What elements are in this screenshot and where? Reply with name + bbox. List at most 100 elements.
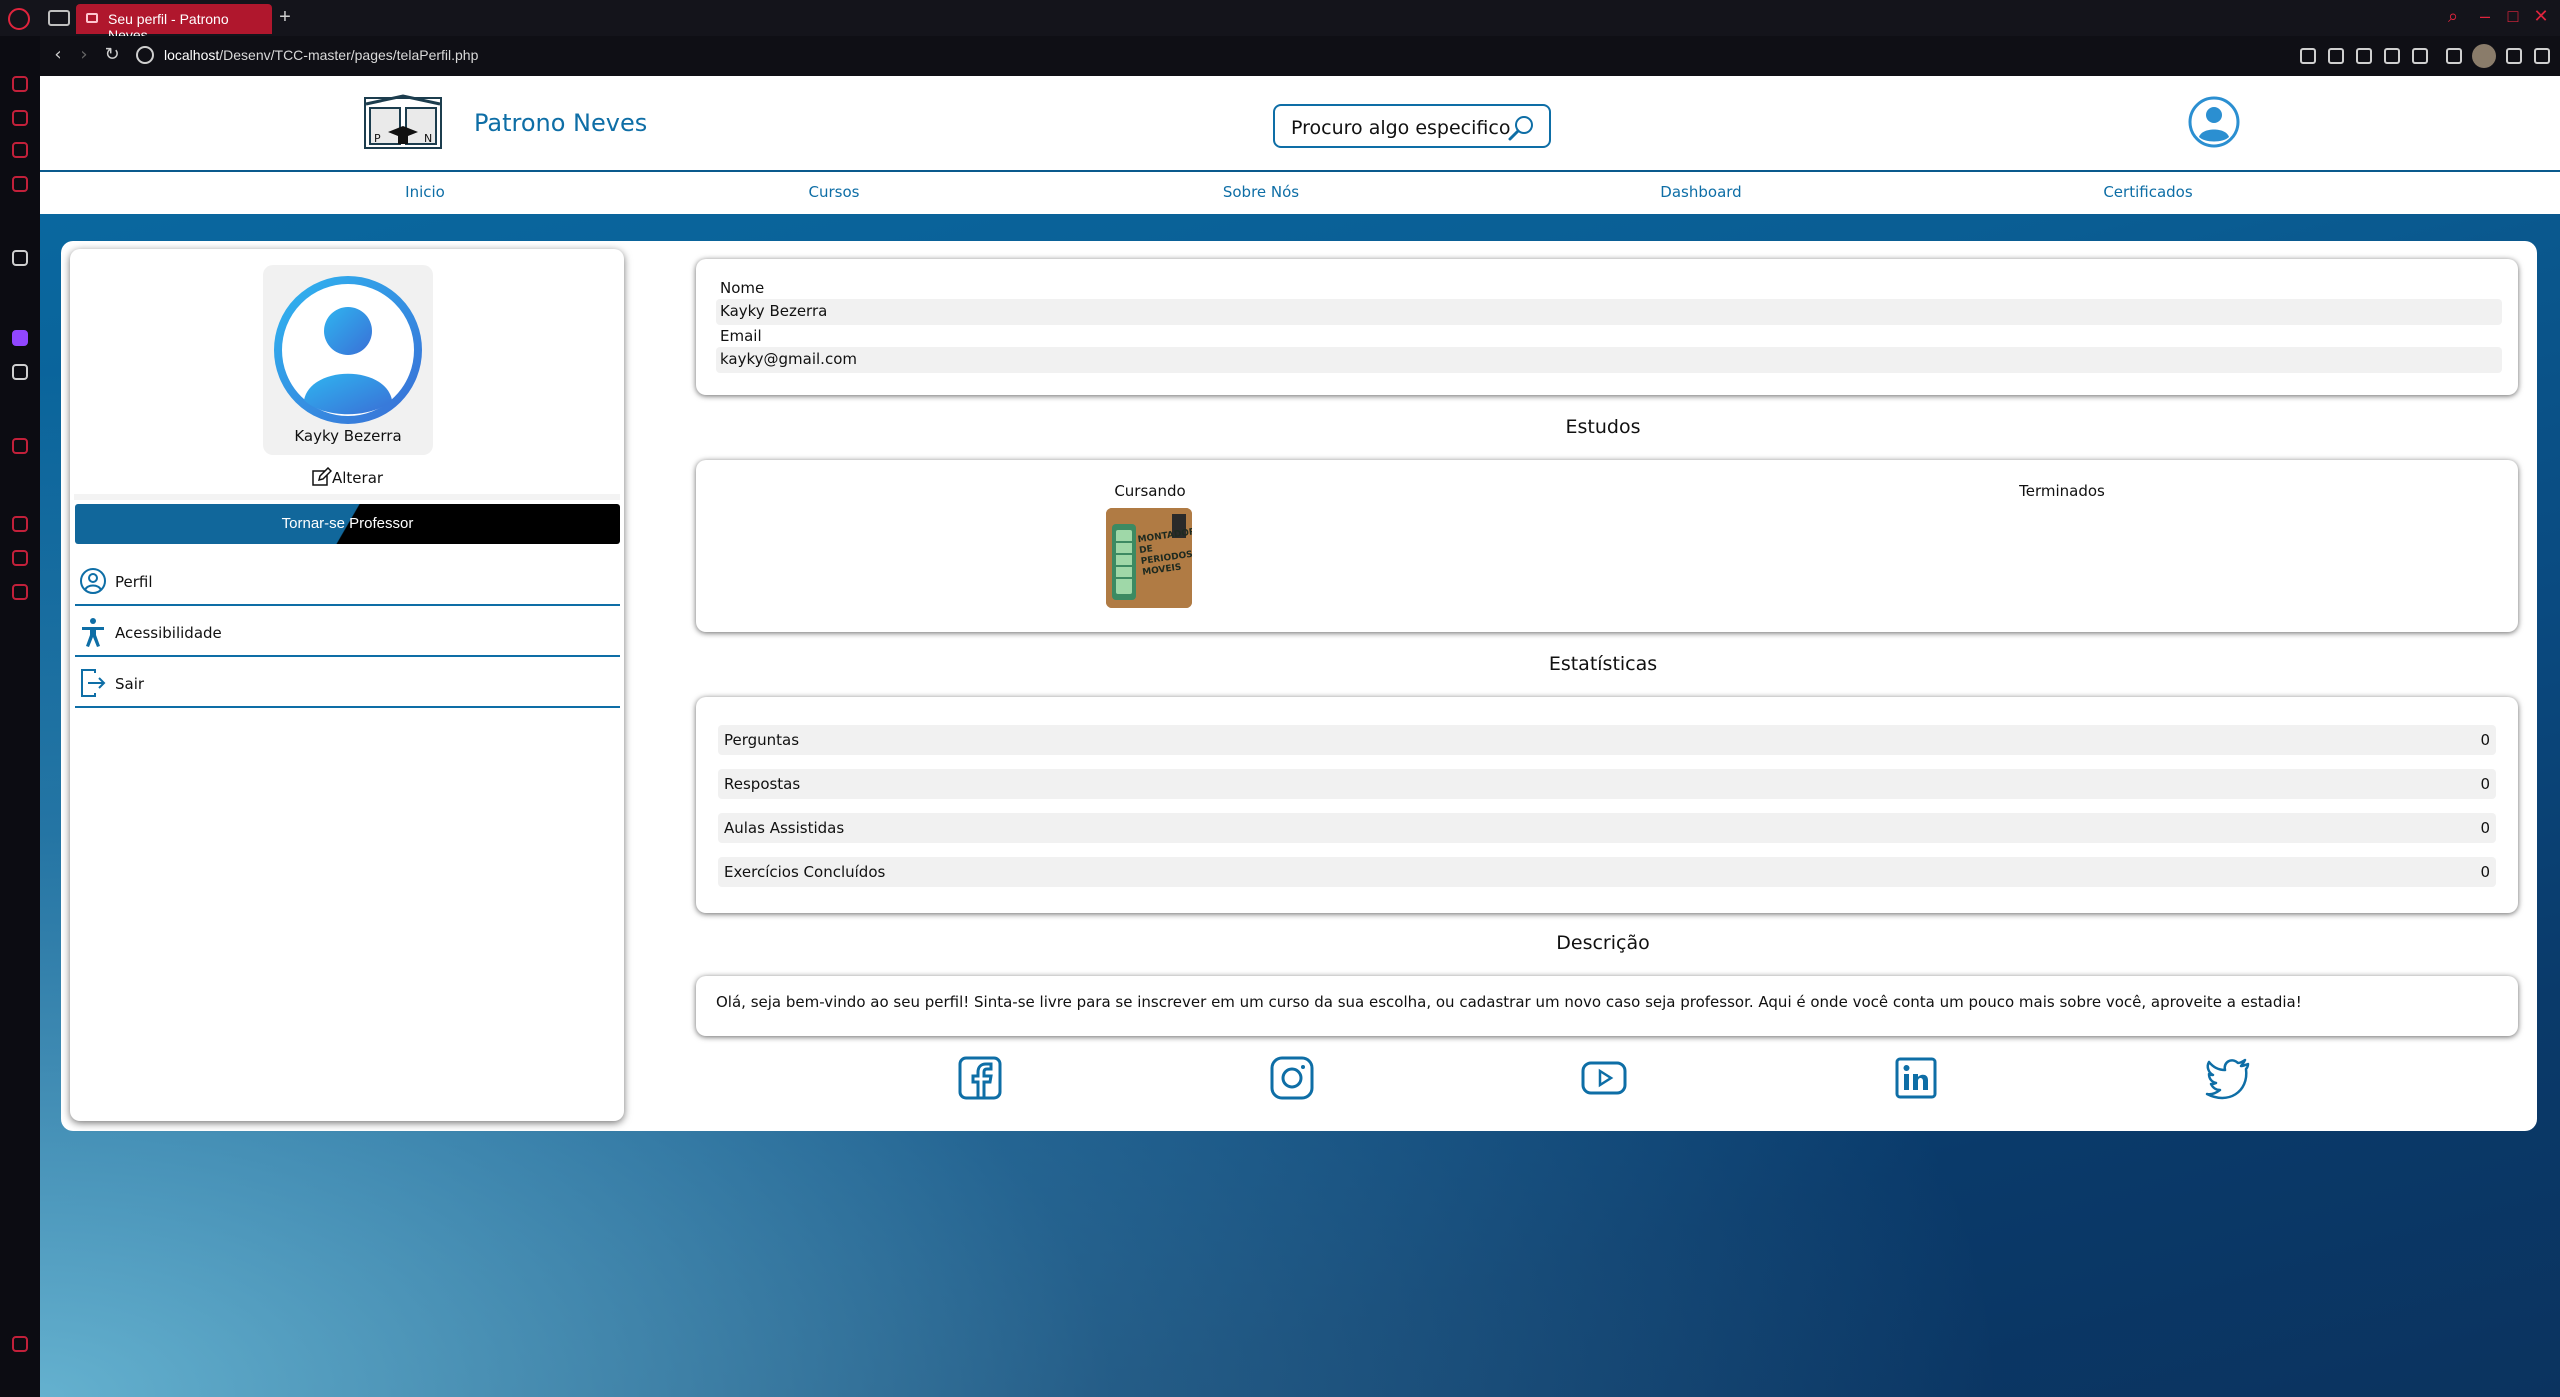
- nav-inicio[interactable]: Inicio: [405, 183, 445, 201]
- close-window-icon[interactable]: ✕: [2528, 6, 2554, 30]
- stat-label: Perguntas: [724, 731, 800, 749]
- browser-profile-avatar[interactable]: [2472, 44, 2496, 68]
- sidebar-item-label: Acessibilidade: [115, 624, 222, 642]
- x-icon[interactable]: [12, 364, 28, 380]
- stats-title: Estatísticas: [1548, 653, 1658, 675]
- browser-tab-active[interactable]: Seu perfil - Patrono Neves: [76, 4, 272, 43]
- aria-icon[interactable]: [12, 250, 28, 266]
- finished-title: Terminados: [2019, 482, 2105, 500]
- site-header: P N Patrono Neves Procuro algo especific…: [40, 76, 2560, 172]
- stat-value: 0: [2480, 731, 2490, 749]
- reload-icon[interactable]: ↻: [100, 44, 124, 68]
- site-logo-icon[interactable]: P N: [364, 94, 442, 150]
- stats-card: Perguntas 0 Respostas 0 Aulas Assistidas…: [696, 697, 2518, 913]
- twitch-icon[interactable]: [12, 330, 28, 346]
- opera-logo-icon[interactable]: [8, 8, 30, 30]
- snapshot-icon[interactable]: [2328, 48, 2344, 64]
- tab-favicon-icon: [86, 13, 98, 23]
- sidebar-item-sair[interactable]: Sair: [75, 658, 620, 708]
- user-avatar-icon[interactable]: [2188, 96, 2240, 148]
- search-placeholder: Procuro algo especifico: [1291, 117, 1511, 139]
- stat-label: Aulas Assistidas: [724, 819, 845, 837]
- youtube-icon[interactable]: [1581, 1055, 1627, 1101]
- user-circle-icon: [80, 568, 106, 594]
- in-progress-title: Cursando: [1114, 482, 1186, 500]
- sidebar-item-label: Sair: [115, 675, 145, 693]
- profile-avatar-icon[interactable]: [271, 273, 425, 427]
- extensions-sidebar-icon[interactable]: [12, 550, 28, 566]
- nav-sobre-nos[interactable]: Sobre Nós: [1223, 183, 1299, 201]
- download-icon[interactable]: [2506, 48, 2522, 64]
- url-field[interactable]: localhost/Desenv/TCC-master/pages/telaPe…: [164, 47, 478, 63]
- url-path: /Desenv/TCC-master/pages/telaPerfil.php: [219, 47, 479, 63]
- name-label: Nome: [720, 279, 765, 297]
- description-title: Descrição: [1556, 932, 1650, 954]
- mail-icon[interactable]: [12, 176, 28, 192]
- speed-dial-icon[interactable]: [12, 110, 28, 126]
- course-card[interactable]: MONTADOR DE PERIODOS MOVEIS: [1106, 508, 1192, 608]
- info-card: Nome Kayky Bezerra Email kayky@gmail.com: [696, 259, 2518, 395]
- profile-sidebar: Kayky Bezerra Alterar Tornar-se Professo…: [70, 249, 624, 1121]
- history-icon[interactable]: [12, 516, 28, 532]
- extensions-icon[interactable]: [2446, 48, 2462, 64]
- minimize-icon[interactable]: –: [2472, 6, 2498, 30]
- logout-icon: [81, 669, 106, 697]
- heart-icon[interactable]: [2412, 48, 2428, 64]
- email-field: kayky@gmail.com: [716, 347, 2502, 373]
- browser-sidebar: [0, 36, 40, 1397]
- shield-icon[interactable]: [2356, 48, 2372, 64]
- email-label: Email: [720, 327, 762, 345]
- brand-name[interactable]: Patrono Neves: [474, 109, 647, 137]
- player-sidebar-icon[interactable]: [12, 438, 28, 454]
- nav-dashboard[interactable]: Dashboard: [1660, 183, 1741, 201]
- search-tabs-icon[interactable]: ⌕: [2440, 6, 2466, 30]
- url-host: localhost: [164, 47, 220, 63]
- globe-icon: [136, 46, 154, 64]
- profile-avatar-card: Kayky Bezerra: [263, 265, 433, 455]
- easy-setup-icon[interactable]: [2534, 48, 2550, 64]
- stat-row: Exercícios Concluídos 0: [718, 857, 2496, 887]
- nav-certificados[interactable]: Certificados: [2103, 183, 2192, 201]
- bookmark-icon[interactable]: [2300, 48, 2316, 64]
- address-bar: ‹ › ↻ localhost/Desenv/TCC-master/pages/…: [40, 36, 2560, 76]
- news-icon[interactable]: [12, 142, 28, 158]
- forward-icon[interactable]: ›: [72, 44, 96, 68]
- stat-value: 0: [2480, 819, 2490, 837]
- settings-icon[interactable]: [12, 584, 28, 600]
- twitter-icon[interactable]: [2205, 1055, 2251, 1101]
- gx-icon[interactable]: [12, 1336, 28, 1352]
- stat-label: Respostas: [724, 775, 801, 793]
- stat-value: 0: [2480, 863, 2490, 881]
- nav-cursos[interactable]: Cursos: [809, 183, 860, 201]
- back-icon[interactable]: ‹: [46, 44, 70, 68]
- sidebar-item-label: Perfil: [115, 573, 153, 591]
- search-icon[interactable]: [1507, 114, 1535, 142]
- maximize-icon[interactable]: □: [2500, 6, 2526, 30]
- browser-tab-strip: Seu perfil - Patrono Neves + ⌕ – □ ✕: [0, 0, 2560, 43]
- linkedin-icon[interactable]: [1893, 1055, 1939, 1101]
- edit-profile-label: Alterar: [332, 469, 384, 487]
- course-thumbnail-text: MONTADOR DE PERIODOS MOVEIS: [1137, 527, 1192, 578]
- sidebar-item-acessibilidade[interactable]: Acessibilidade: [75, 607, 620, 657]
- stat-row: Respostas 0: [718, 769, 2496, 799]
- facebook-icon[interactable]: [957, 1055, 1003, 1101]
- studies-card: Cursando Terminados MONTADOR DE PERIODOS…: [696, 460, 2518, 632]
- studies-title: Estudos: [1565, 416, 1641, 438]
- stat-label: Exercícios Concluídos: [724, 863, 886, 881]
- become-teacher-button[interactable]: Tornar-se Professor: [75, 504, 620, 544]
- edit-icon: [312, 467, 332, 486]
- description-text: Olá, seja bem-vindo ao seu perfil! Sinta…: [716, 993, 2302, 1011]
- ai-icon[interactable]: [12, 76, 28, 92]
- svg-text:P: P: [374, 132, 381, 145]
- tab-island-icon[interactable]: [48, 10, 70, 26]
- svg-text:N: N: [424, 132, 432, 145]
- player-icon[interactable]: [2384, 48, 2400, 64]
- instagram-icon[interactable]: [1269, 1055, 1315, 1101]
- sidebar-item-perfil[interactable]: Perfil: [75, 556, 620, 606]
- new-tab-button[interactable]: +: [274, 6, 296, 30]
- description-card: Olá, seja bem-vindo ao seu perfil! Sinta…: [696, 976, 2518, 1036]
- profile-name: Kayky Bezerra: [294, 427, 402, 445]
- accessibility-icon: [82, 618, 104, 647]
- search-input[interactable]: Procuro algo especifico: [1273, 104, 1551, 148]
- main-nav: Inicio Cursos Sobre Nós Dashboard Certif…: [40, 172, 2560, 214]
